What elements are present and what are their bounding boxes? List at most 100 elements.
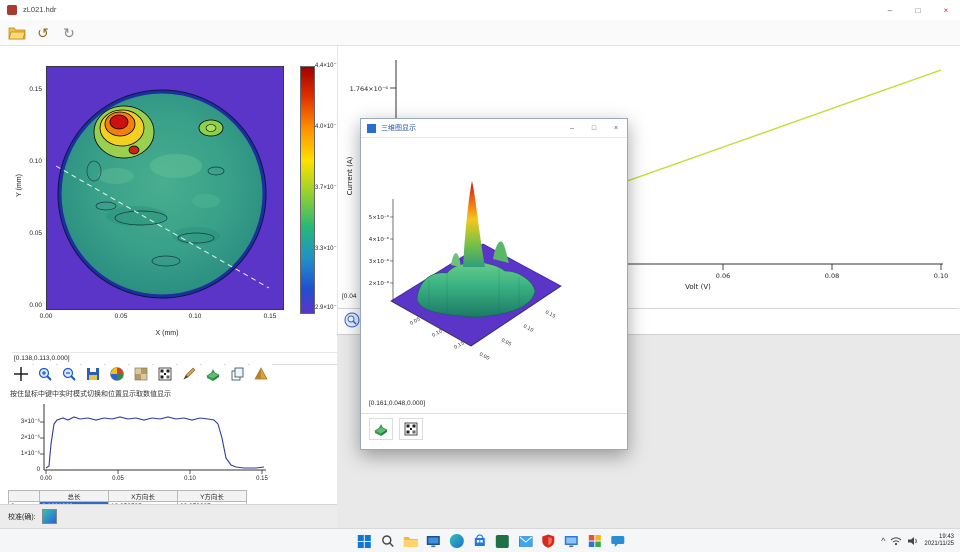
pattern-icon (157, 366, 173, 382)
surface3d-canvas[interactable]: 5×10⁻⁶ 4×10⁻⁶ 3×10⁻⁶ 2×10⁻⁶ 0.05 0.10 0.… (367, 139, 619, 394)
file-explorer-button[interactable] (402, 533, 419, 550)
colorbar-tick: 4.4×10⁻⁶ (315, 63, 339, 69)
dialog-pattern-button[interactable] (399, 418, 423, 440)
redo-icon: ↻ (63, 26, 75, 40)
secondary-blob (199, 120, 223, 136)
wifi-icon[interactable] (890, 536, 902, 546)
colormap-icon (133, 366, 149, 382)
iv-xtick: 0.06 (716, 272, 730, 280)
dialog-toolbar (369, 418, 423, 440)
office-app-button[interactable] (494, 533, 511, 550)
z-tick: 2×10⁻⁶ (369, 280, 390, 287)
profile-figure[interactable]: 3×10⁻⁶ 2×10⁻⁶ 1×10⁻⁶ 0 0.00 0.05 0.10 0.… (8, 398, 272, 488)
minimize-button[interactable]: – (876, 0, 904, 20)
profile-ytick: 3×10⁻⁶ (8, 419, 40, 425)
open-folder-icon (8, 25, 26, 40)
iv-zoom-button[interactable] (344, 312, 360, 333)
redo-button[interactable]: ↻ (58, 23, 80, 43)
surface-peak (463, 181, 485, 267)
dialog-status: [0.161,0.048,0.000] (369, 400, 425, 407)
colorbar-tick: 2.9×10⁻⁶ (315, 305, 339, 311)
pattern-icon (403, 421, 419, 437)
zoom-out-button[interactable] (58, 364, 80, 384)
zoom-in-button[interactable] (34, 364, 56, 384)
volume-icon[interactable] (907, 536, 919, 546)
chat-bubble-icon (610, 535, 624, 548)
photos-app-button[interactable] (586, 533, 603, 550)
colormap-button[interactable] (130, 364, 152, 384)
z-tick: 5×10⁻⁶ (369, 214, 390, 221)
profile-ytick: 0 (8, 467, 40, 473)
save-button[interactable] (82, 364, 104, 384)
dialog-icon (367, 124, 376, 133)
color-wheel-button[interactable] (106, 364, 128, 384)
mail-icon (518, 536, 532, 547)
copy-button[interactable] (226, 364, 248, 384)
desktop: zL021.hdr – □ × ↺ ↻ Y (mm) (0, 0, 960, 552)
dialog-close-button[interactable]: × (605, 119, 627, 137)
dialog-3d[interactable]: 三维图显示 – □ × (360, 118, 628, 450)
colorbar-tick: 4.0×10⁻⁶ (315, 124, 339, 130)
windows-start-button[interactable] (356, 533, 373, 550)
maximize-button[interactable]: □ (904, 0, 932, 20)
dialog-minimize-button[interactable]: – (561, 119, 583, 137)
display-app-button[interactable] (563, 533, 580, 550)
z-tick: 3×10⁻⁶ (369, 258, 390, 265)
monitor2-icon (564, 535, 579, 548)
contour-canvas[interactable] (46, 66, 284, 310)
windows-logo-icon (358, 535, 371, 548)
contour-xtick: 0.05 (109, 314, 133, 321)
tray-expand-button[interactable]: ^ (881, 536, 885, 546)
contour-figure[interactable]: Y (mm) (12, 52, 342, 352)
profile-canvas[interactable] (8, 398, 272, 488)
dialog-titlebar[interactable]: 三维图显示 – □ × (361, 119, 627, 138)
axis-tick: 0.05 (409, 316, 421, 326)
edge-browser-button[interactable] (448, 533, 465, 550)
dialog-surface3d-button[interactable] (369, 418, 393, 440)
dialog-separator (361, 413, 627, 414)
window-controls: – □ × (876, 0, 960, 20)
axis-tick: 0.05 (500, 337, 512, 347)
taskbar-center (356, 529, 626, 552)
taskbar-search-button[interactable] (379, 533, 396, 550)
undo-button[interactable]: ↺ (32, 23, 54, 43)
pattern-button[interactable] (154, 364, 176, 384)
contour-xtick: 0.00 (34, 314, 58, 321)
office-app-icon (496, 535, 509, 548)
hotspot-region (94, 106, 154, 158)
plot-toolbar (10, 364, 272, 384)
axis-tick: 0.00 (478, 351, 490, 361)
taskbar-clock[interactable]: 19:43 2021/11/25 (924, 534, 954, 548)
colorbar-tick: 3.3×10⁻⁶ (315, 246, 339, 252)
folder-icon (402, 535, 418, 548)
edit-button[interactable] (178, 364, 200, 384)
system-app-button[interactable] (425, 533, 442, 550)
app-titlebar[interactable]: zL021.hdr – □ × (0, 0, 960, 21)
calibration-label: 校准(确): (8, 512, 36, 522)
dialog-maximize-button[interactable]: □ (583, 119, 605, 137)
iv-xlabel: Volt (V) (685, 283, 711, 291)
dialog-title: 三维图显示 (381, 123, 561, 133)
profile-ytick: 1×10⁻⁶ (8, 451, 40, 457)
pyramid-button[interactable] (250, 364, 272, 384)
surface3d-button[interactable] (202, 364, 224, 384)
profile-xtick: 0.05 (106, 476, 130, 482)
crosshair-button[interactable] (10, 364, 32, 384)
clock-date: 2021/11/25 (924, 541, 954, 548)
security-app-button[interactable] (540, 533, 557, 550)
close-button[interactable]: × (932, 0, 960, 20)
edge-icon (449, 534, 463, 548)
copy-icon (229, 366, 245, 382)
open-file-button[interactable] (6, 23, 28, 43)
table-header: X方向长 (109, 491, 178, 502)
iv-ytick: 1.764×10⁻⁶ (350, 85, 389, 93)
axis-tick: 0.10 (431, 328, 443, 338)
profile-xtick: 0.00 (34, 476, 58, 482)
microsoft-store-button[interactable] (471, 533, 488, 550)
colormap-sample-icon[interactable] (42, 509, 57, 524)
contour-ytick: 0.05 (20, 231, 42, 238)
chat-app-button[interactable] (609, 533, 626, 550)
contour-ytick: 0.15 (20, 87, 42, 94)
mail-app-button[interactable] (517, 533, 534, 550)
clock-time: 19:43 (924, 534, 954, 541)
